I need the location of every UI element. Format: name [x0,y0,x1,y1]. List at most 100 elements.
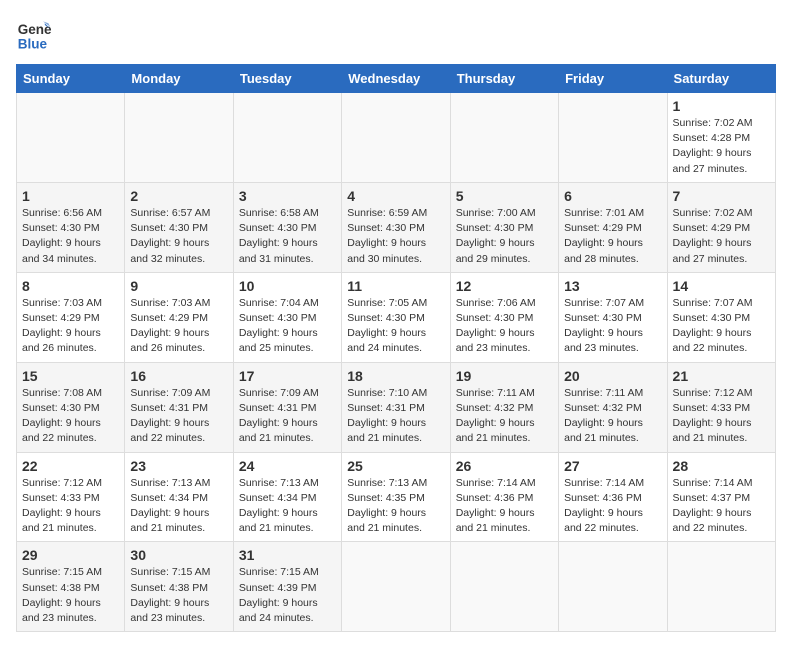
page-header: General Blue [16,16,776,52]
calendar-cell: 12 Sunrise: 7:06 AM Sunset: 4:30 PM Dayl… [450,272,558,362]
day-number: 23 [130,458,227,474]
day-info: Sunrise: 7:14 AM Sunset: 4:37 PM Dayligh… [673,476,770,537]
day-info: Sunrise: 7:03 AM Sunset: 4:29 PM Dayligh… [130,296,227,357]
day-info: Sunrise: 6:57 AM Sunset: 4:30 PM Dayligh… [130,206,227,267]
day-info: Sunrise: 7:04 AM Sunset: 4:30 PM Dayligh… [239,296,336,357]
calendar-cell: 30 Sunrise: 7:15 AM Sunset: 4:38 PM Dayl… [125,542,233,632]
svg-text:Blue: Blue [18,36,48,51]
day-info: Sunrise: 7:07 AM Sunset: 4:30 PM Dayligh… [564,296,661,357]
calendar-cell: 23 Sunrise: 7:13 AM Sunset: 4:34 PM Dayl… [125,452,233,542]
calendar-cell: 20 Sunrise: 7:11 AM Sunset: 4:32 PM Dayl… [559,362,667,452]
day-info: Sunrise: 6:58 AM Sunset: 4:30 PM Dayligh… [239,206,336,267]
calendar-week-row: 22 Sunrise: 7:12 AM Sunset: 4:33 PM Dayl… [17,452,776,542]
day-info: Sunrise: 7:09 AM Sunset: 4:31 PM Dayligh… [239,386,336,447]
day-info: Sunrise: 7:02 AM Sunset: 4:28 PM Dayligh… [673,116,770,177]
calendar-cell: 5 Sunrise: 7:00 AM Sunset: 4:30 PM Dayli… [450,182,558,272]
day-info: Sunrise: 7:06 AM Sunset: 4:30 PM Dayligh… [456,296,553,357]
day-info: Sunrise: 7:03 AM Sunset: 4:29 PM Dayligh… [22,296,119,357]
calendar-cell: 28 Sunrise: 7:14 AM Sunset: 4:37 PM Dayl… [667,452,775,542]
calendar-table: SundayMondayTuesdayWednesdayThursdayFrid… [16,64,776,632]
day-info: Sunrise: 7:09 AM Sunset: 4:31 PM Dayligh… [130,386,227,447]
calendar-cell: 19 Sunrise: 7:11 AM Sunset: 4:32 PM Dayl… [450,362,558,452]
day-info: Sunrise: 7:02 AM Sunset: 4:29 PM Dayligh… [673,206,770,267]
weekday-header: Tuesday [233,65,341,93]
day-info: Sunrise: 7:13 AM Sunset: 4:35 PM Dayligh… [347,476,444,537]
calendar-cell: 27 Sunrise: 7:14 AM Sunset: 4:36 PM Dayl… [559,452,667,542]
calendar-cell: 24 Sunrise: 7:13 AM Sunset: 4:34 PM Dayl… [233,452,341,542]
calendar-cell [559,542,667,632]
day-number: 17 [239,368,336,384]
day-number: 11 [347,278,444,294]
day-number: 24 [239,458,336,474]
day-number: 31 [239,547,336,563]
calendar-week-row: 29 Sunrise: 7:15 AM Sunset: 4:38 PM Dayl… [17,542,776,632]
day-number: 18 [347,368,444,384]
day-info: Sunrise: 7:13 AM Sunset: 4:34 PM Dayligh… [239,476,336,537]
day-number: 26 [456,458,553,474]
calendar-cell: 7 Sunrise: 7:02 AM Sunset: 4:29 PM Dayli… [667,182,775,272]
calendar-cell: 8 Sunrise: 7:03 AM Sunset: 4:29 PM Dayli… [17,272,125,362]
calendar-cell: 9 Sunrise: 7:03 AM Sunset: 4:29 PM Dayli… [125,272,233,362]
calendar-cell [450,542,558,632]
day-number: 12 [456,278,553,294]
calendar-cell: 16 Sunrise: 7:09 AM Sunset: 4:31 PM Dayl… [125,362,233,452]
calendar-cell: 15 Sunrise: 7:08 AM Sunset: 4:30 PM Dayl… [17,362,125,452]
day-number: 3 [239,188,336,204]
day-number: 25 [347,458,444,474]
day-number: 7 [673,188,770,204]
calendar-cell: 17 Sunrise: 7:09 AM Sunset: 4:31 PM Dayl… [233,362,341,452]
weekday-header: Thursday [450,65,558,93]
calendar-cell: 13 Sunrise: 7:07 AM Sunset: 4:30 PM Dayl… [559,272,667,362]
day-info: Sunrise: 7:13 AM Sunset: 4:34 PM Dayligh… [130,476,227,537]
day-number: 14 [673,278,770,294]
day-number: 1 [22,188,119,204]
calendar-cell: 29 Sunrise: 7:15 AM Sunset: 4:38 PM Dayl… [17,542,125,632]
day-info: Sunrise: 7:07 AM Sunset: 4:30 PM Dayligh… [673,296,770,357]
day-info: Sunrise: 7:15 AM Sunset: 4:38 PM Dayligh… [22,565,119,626]
calendar-cell: 22 Sunrise: 7:12 AM Sunset: 4:33 PM Dayl… [17,452,125,542]
calendar-cell: 1 Sunrise: 6:56 AM Sunset: 4:30 PM Dayli… [17,182,125,272]
calendar-cell [125,93,233,183]
day-number: 5 [456,188,553,204]
day-number: 13 [564,278,661,294]
day-number: 9 [130,278,227,294]
calendar-cell: 31 Sunrise: 7:15 AM Sunset: 4:39 PM Dayl… [233,542,341,632]
calendar-cell: 21 Sunrise: 7:12 AM Sunset: 4:33 PM Dayl… [667,362,775,452]
day-number: 19 [456,368,553,384]
calendar-cell [667,542,775,632]
header-row: SundayMondayTuesdayWednesdayThursdayFrid… [17,65,776,93]
day-info: Sunrise: 7:11 AM Sunset: 4:32 PM Dayligh… [456,386,553,447]
day-number: 2 [130,188,227,204]
day-info: Sunrise: 7:00 AM Sunset: 4:30 PM Dayligh… [456,206,553,267]
day-number: 27 [564,458,661,474]
day-info: Sunrise: 7:05 AM Sunset: 4:30 PM Dayligh… [347,296,444,357]
day-number: 30 [130,547,227,563]
calendar-cell [233,93,341,183]
day-number: 1 [673,98,770,114]
day-number: 20 [564,368,661,384]
calendar-cell: 25 Sunrise: 7:13 AM Sunset: 4:35 PM Dayl… [342,452,450,542]
calendar-cell [342,542,450,632]
calendar-cell: 2 Sunrise: 6:57 AM Sunset: 4:30 PM Dayli… [125,182,233,272]
day-info: Sunrise: 7:12 AM Sunset: 4:33 PM Dayligh… [673,386,770,447]
calendar-cell: 11 Sunrise: 7:05 AM Sunset: 4:30 PM Dayl… [342,272,450,362]
calendar-cell: 14 Sunrise: 7:07 AM Sunset: 4:30 PM Dayl… [667,272,775,362]
day-number: 29 [22,547,119,563]
weekday-header: Wednesday [342,65,450,93]
day-number: 21 [673,368,770,384]
weekday-header: Saturday [667,65,775,93]
weekday-header: Friday [559,65,667,93]
calendar-cell: 6 Sunrise: 7:01 AM Sunset: 4:29 PM Dayli… [559,182,667,272]
calendar-week-row: 1 Sunrise: 7:02 AM Sunset: 4:28 PM Dayli… [17,93,776,183]
day-number: 22 [22,458,119,474]
day-info: Sunrise: 7:15 AM Sunset: 4:39 PM Dayligh… [239,565,336,626]
logo: General Blue [16,16,56,52]
calendar-week-row: 1 Sunrise: 6:56 AM Sunset: 4:30 PM Dayli… [17,182,776,272]
calendar-cell [450,93,558,183]
day-info: Sunrise: 7:01 AM Sunset: 4:29 PM Dayligh… [564,206,661,267]
day-number: 28 [673,458,770,474]
day-info: Sunrise: 7:14 AM Sunset: 4:36 PM Dayligh… [564,476,661,537]
calendar-cell: 26 Sunrise: 7:14 AM Sunset: 4:36 PM Dayl… [450,452,558,542]
day-number: 10 [239,278,336,294]
calendar-week-row: 8 Sunrise: 7:03 AM Sunset: 4:29 PM Dayli… [17,272,776,362]
